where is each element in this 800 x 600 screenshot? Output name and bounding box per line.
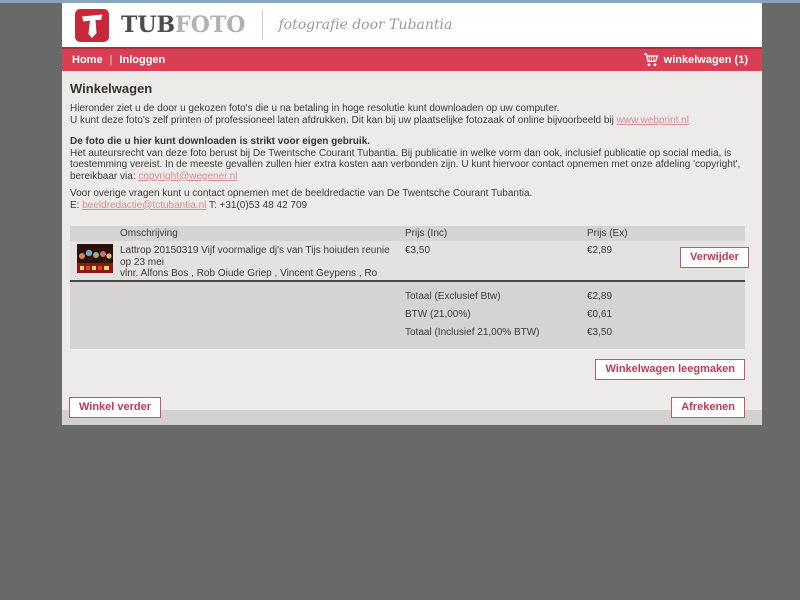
- intro-text: Hieronder ziet u de door u gekozen foto'…: [70, 103, 617, 126]
- remove-item-button[interactable]: Verwijder: [680, 247, 749, 268]
- contact-phone: T: +31(0)53 48 42 709: [206, 200, 307, 211]
- totals-value: €0,61: [587, 306, 680, 324]
- cart-item-row: Lattrop 20150319 Vijf voormalige dj's va…: [70, 241, 745, 280]
- main-nav: Home | Inloggen winkelwagen (1): [62, 47, 762, 71]
- col-actions: [680, 226, 745, 241]
- nav-separator: |: [110, 54, 113, 66]
- page-container: TUBFOTO fotografie door Tubantia Home | …: [62, 3, 762, 425]
- nav-cart-link[interactable]: winkelwagen (1): [643, 53, 748, 67]
- webprint-link[interactable]: www.webprint.nl: [617, 115, 689, 126]
- cart-icon: [643, 53, 659, 67]
- brand-logo-icon[interactable]: [75, 9, 109, 42]
- totals-row-btw: BTW (21,00%) €0,61: [70, 306, 745, 324]
- item-price-inc: €3,50: [405, 241, 587, 280]
- usage-bold-line: De foto die u hier kunt downloaden is st…: [70, 136, 745, 148]
- nav-home-link[interactable]: Home: [72, 54, 103, 66]
- contact-paragraph: Voor overige vragen kunt u contact opnem…: [70, 188, 745, 211]
- header-spacer: [70, 226, 120, 241]
- page-title: Winkelwagen: [70, 81, 745, 96]
- checkout-button[interactable]: Afrekenen: [671, 397, 745, 418]
- continue-shopping-button[interactable]: Winkel verder: [69, 397, 161, 418]
- cart-totals: Totaal (Exclusief Btw) €2,89 BTW (21,00%…: [70, 280, 745, 349]
- nav-login-link[interactable]: Inloggen: [119, 54, 165, 66]
- totals-label: Totaal (Exclusief Btw): [405, 288, 587, 306]
- intro-paragraph: Hieronder ziet u de door u gekozen foto'…: [70, 103, 745, 126]
- brand-secondary: FOTO: [175, 12, 245, 38]
- item-thumbnail-cell: [70, 241, 120, 280]
- totals-value: €2,89: [587, 288, 680, 306]
- brand-primary: TUB: [121, 12, 175, 38]
- cart-table: Omschrijving Prijs (Inc) Prijs (Ex): [70, 226, 745, 349]
- footer-strip: [62, 410, 762, 425]
- col-price-inc: Prijs (Inc): [405, 226, 587, 241]
- totals-label: Totaal (Inclusief 21,00% BTW): [405, 324, 587, 342]
- col-price-ex: Prijs (Ex): [587, 226, 680, 241]
- empty-cart-row: Winkelwagen leegmaken: [69, 359, 745, 380]
- main-content: Winkelwagen Hieronder ziet u de door u g…: [62, 71, 762, 410]
- cart-table-header: Omschrijving Prijs (Inc) Prijs (Ex): [70, 226, 745, 241]
- copyright-email-link[interactable]: copyright@wegener.nl: [138, 171, 237, 182]
- item-price-ex: €2,89: [587, 241, 680, 280]
- site-header: TUBFOTO fotografie door Tubantia: [62, 3, 762, 47]
- usage-paragraph: De foto die u hier kunt downloaden is st…: [70, 136, 745, 182]
- item-description: Lattrop 20150319 Vijf voormalige dj's va…: [120, 241, 405, 280]
- brand-wordmark[interactable]: TUBFOTO: [121, 14, 245, 36]
- beeldredactie-email-link[interactable]: beeldredactie@tctubantia.nl: [82, 200, 206, 211]
- brand-tagline: fotografie door Tubantia: [278, 17, 452, 33]
- totals-value: €3,50: [587, 324, 680, 342]
- empty-cart-button[interactable]: Winkelwagen leegmaken: [595, 359, 745, 380]
- col-description: Omschrijving: [120, 226, 405, 241]
- header-divider: [262, 10, 263, 40]
- nav-cart-label: winkelwagen (1): [664, 54, 748, 66]
- totals-label: BTW (21,00%): [405, 306, 587, 324]
- totals-row-excl: Totaal (Exclusief Btw) €2,89: [70, 288, 745, 306]
- item-thumbnail: [77, 244, 113, 273]
- totals-row-incl: Totaal (Inclusief 21,00% BTW) €3,50: [70, 324, 745, 342]
